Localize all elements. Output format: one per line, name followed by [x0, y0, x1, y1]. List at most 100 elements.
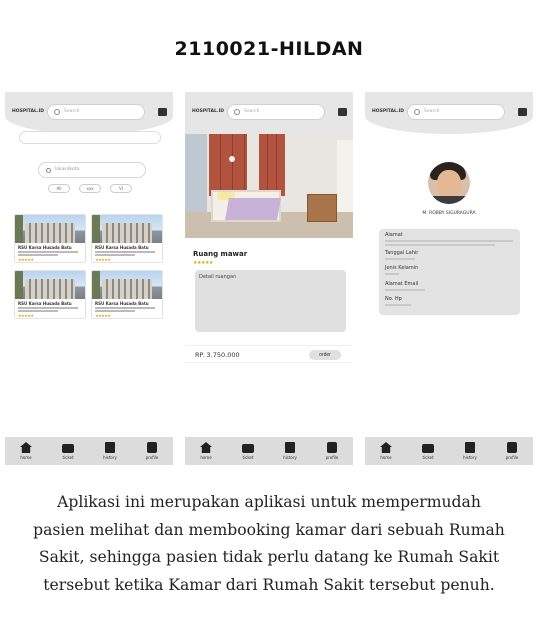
- nav-profile[interactable]: profile: [137, 442, 167, 460]
- address-line: [95, 307, 155, 309]
- nav-home[interactable]: home: [371, 442, 401, 460]
- profile-info-box: Alamat Tanggal Lahir Jenis Kelamin Alama…: [379, 229, 520, 315]
- rating-stars: ★★★★★: [18, 313, 34, 318]
- nav-ticket[interactable]: ticket: [413, 442, 443, 460]
- history-icon: [465, 442, 475, 453]
- avatar: [428, 162, 470, 204]
- search-input[interactable]: Search: [407, 104, 505, 120]
- nav-home[interactable]: home: [11, 442, 41, 460]
- search-placeholder: Search: [424, 109, 440, 114]
- profile-icon: [147, 442, 157, 453]
- room-name: Ruang mawar: [193, 250, 248, 258]
- detail-label: Detail ruangan: [199, 274, 237, 280]
- nav-label: history: [103, 455, 117, 460]
- filter-chip-all[interactable]: All: [48, 184, 70, 193]
- nav-label: ticket: [242, 455, 254, 460]
- info-value: [385, 273, 399, 275]
- bottom-nav: home ticket history profile: [185, 437, 353, 465]
- nav-label: history: [283, 455, 297, 460]
- hospital-image: [15, 215, 85, 243]
- nav-label: home: [200, 455, 212, 460]
- address-line: [95, 310, 135, 312]
- profile-icon: [327, 442, 337, 453]
- nav-label: home: [380, 455, 392, 460]
- hospital-card[interactable]: RSU Karsa Husada Batu ★★★★★: [14, 214, 86, 263]
- nav-label: history: [463, 455, 477, 460]
- rating-stars: ★★★★★: [95, 313, 111, 318]
- nav-profile[interactable]: profile: [317, 442, 347, 460]
- hospital-name: RSU Karsa Husada Batu: [18, 301, 72, 306]
- chat-icon[interactable]: [338, 108, 347, 116]
- profile-name: M. ROBBY SIGURAGURA: [422, 211, 476, 216]
- filter-chip-vi[interactable]: VI: [110, 184, 132, 193]
- address-line: [95, 254, 135, 256]
- location-input[interactable]: lokasi/kota: [38, 162, 146, 178]
- room-detail-box: Detail ruangan: [195, 270, 346, 332]
- room-detail-screen: HOSPITAL.ID Search Ruang mawar ★★★★★ Det…: [185, 92, 353, 465]
- address-line: [18, 254, 58, 256]
- search-icon: [414, 109, 420, 115]
- search-input[interactable]: Search: [47, 104, 145, 120]
- search-placeholder: Search: [64, 109, 80, 114]
- info-value: [385, 244, 495, 246]
- nav-history[interactable]: history: [275, 442, 305, 460]
- nav-label: ticket: [62, 455, 74, 460]
- search-input[interactable]: Search: [227, 104, 325, 120]
- ticket-icon: [242, 444, 254, 453]
- address-line: [18, 307, 78, 309]
- hospital-image: [15, 271, 85, 299]
- home-screen: HOSPITAL.ID Search lokasi/kota All xxx V…: [5, 92, 173, 465]
- home-icon: [20, 442, 32, 453]
- nav-ticket[interactable]: ticket: [233, 442, 263, 460]
- rating-stars: ★★★★★: [193, 260, 213, 266]
- info-label-phone: No. Hp: [385, 296, 402, 302]
- history-icon: [285, 442, 295, 453]
- chat-icon[interactable]: [518, 108, 527, 116]
- nav-ticket[interactable]: ticket: [53, 442, 83, 460]
- nav-history[interactable]: history: [95, 442, 125, 460]
- app-brand: HOSPITAL.ID: [372, 109, 404, 114]
- app-description: Aplikasi ini merupakan aplikasi untuk me…: [33, 493, 505, 594]
- nav-history[interactable]: history: [455, 442, 485, 460]
- home-icon: [200, 442, 212, 453]
- ticket-icon: [62, 444, 74, 453]
- bottom-nav: home ticket history profile: [365, 437, 533, 465]
- bottom-nav: home ticket history profile: [5, 437, 173, 465]
- hospital-card[interactable]: RSU Karsa Husada Batu ★★★★★: [91, 270, 163, 319]
- hospital-image: [92, 271, 162, 299]
- banner-bar: [19, 131, 161, 144]
- hospital-name: RSU Karsa Husada Batu: [95, 245, 149, 250]
- filter-chip-xxx[interactable]: xxx: [79, 184, 101, 193]
- chat-icon[interactable]: [158, 108, 167, 116]
- nav-label: ticket: [422, 455, 434, 460]
- hospital-card[interactable]: RSU Karsa Husada Batu ★★★★★: [14, 270, 86, 319]
- rating-stars: ★★★★★: [18, 257, 34, 262]
- app-brand: HOSPITAL.ID: [12, 109, 44, 114]
- order-button[interactable]: order: [309, 350, 341, 360]
- price-row: RP. 3.750.000 order: [185, 345, 353, 363]
- hospital-card[interactable]: RSU Karsa Husada Batu ★★★★★: [91, 214, 163, 263]
- info-label-birthdate: Tanggal Lahir: [385, 250, 419, 256]
- nav-home[interactable]: home: [191, 442, 221, 460]
- app-header: HOSPITAL.ID Search: [185, 92, 353, 134]
- info-value: [385, 258, 415, 260]
- search-icon: [54, 109, 60, 115]
- nav-profile[interactable]: profile: [497, 442, 527, 460]
- page-title: 2110021-HILDAN: [174, 38, 364, 60]
- search-icon: [46, 168, 51, 173]
- profile-icon: [507, 442, 517, 453]
- info-label-email: Alamat Email: [385, 281, 419, 287]
- ticket-icon: [422, 444, 434, 453]
- history-icon: [105, 442, 115, 453]
- search-placeholder: Search: [244, 109, 260, 114]
- app-brand: HOSPITAL.ID: [192, 109, 224, 114]
- nav-label: home: [20, 455, 32, 460]
- info-value: [385, 240, 513, 242]
- hospital-name: RSU Karsa Husada Batu: [95, 301, 149, 306]
- rating-stars: ★★★★★: [95, 257, 111, 262]
- address-line: [18, 251, 78, 253]
- address-line: [95, 251, 155, 253]
- room-photo: [185, 134, 353, 238]
- nav-label: profile: [505, 455, 519, 460]
- nav-label: profile: [145, 455, 159, 460]
